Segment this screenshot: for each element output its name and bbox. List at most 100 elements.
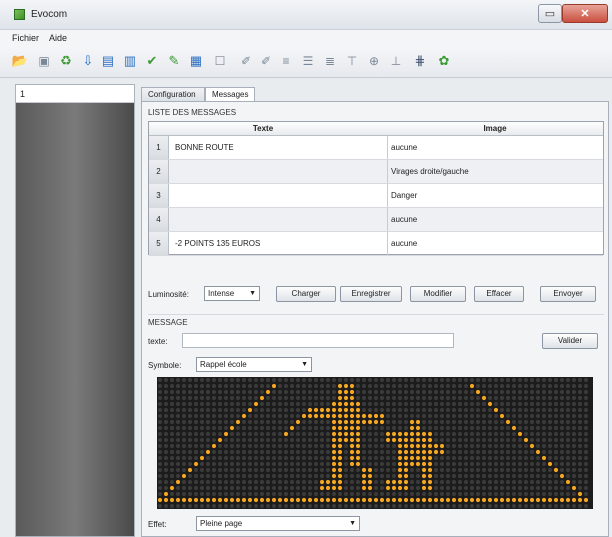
table-row[interactable]: 5 -2 POINTS 135 EUROS aucune xyxy=(149,232,603,256)
led-off xyxy=(229,449,235,455)
brightness-select[interactable]: Intense ▼ xyxy=(204,286,260,301)
modify-button[interactable]: Modifier xyxy=(410,286,466,302)
column-header-image[interactable]: Image xyxy=(387,124,603,133)
led-off xyxy=(211,377,217,383)
edit-page-icon[interactable]: ✐ xyxy=(238,53,254,69)
message-text-input[interactable] xyxy=(182,333,454,348)
led-off xyxy=(493,449,499,455)
clear-button[interactable]: Effacer xyxy=(474,286,524,302)
led-off xyxy=(571,401,577,407)
menu-aide[interactable]: Aide xyxy=(49,33,67,43)
page-icon[interactable]: ▣ xyxy=(36,53,52,69)
download-icon[interactable]: ⇩ xyxy=(80,53,96,69)
led-off xyxy=(283,425,289,431)
led-off xyxy=(493,479,499,485)
led-off xyxy=(457,377,463,383)
align-top-icon[interactable]: ⊤ xyxy=(344,53,360,69)
table-row[interactable]: 3 Danger xyxy=(149,184,603,208)
led-off xyxy=(499,431,505,437)
image-icon[interactable]: ▦ xyxy=(188,53,204,69)
led-off xyxy=(385,425,391,431)
led-off xyxy=(193,407,199,413)
led-off xyxy=(529,419,535,425)
refresh-icon[interactable]: ♻ xyxy=(58,53,74,69)
row-image[interactable]: Virages droite/gauche xyxy=(387,160,603,183)
led-off xyxy=(241,383,247,389)
blank-page-icon[interactable]: ☐ xyxy=(212,53,228,69)
led-off xyxy=(493,401,499,407)
column-header-text[interactable]: Texte xyxy=(149,124,377,133)
led-on xyxy=(427,449,433,455)
check-icon[interactable]: ✔ xyxy=(144,53,160,69)
row-image[interactable]: aucune xyxy=(387,208,603,231)
led-off xyxy=(475,377,481,383)
led-off xyxy=(193,455,199,461)
led-on xyxy=(397,431,403,437)
led-on xyxy=(331,485,337,491)
tab-configuration[interactable]: Configuration xyxy=(141,87,205,101)
led-off xyxy=(565,383,571,389)
led-off xyxy=(469,413,475,419)
effect-select[interactable]: Pleine page ▼ xyxy=(196,516,360,531)
symbol-select[interactable]: Rappel école ▼ xyxy=(196,357,312,372)
led-on xyxy=(349,431,355,437)
led-off xyxy=(451,419,457,425)
align-center-icon[interactable]: ☰ xyxy=(300,53,316,69)
led-off xyxy=(403,491,409,497)
row-image[interactable]: aucune xyxy=(387,136,603,159)
validate-button[interactable]: Valider xyxy=(542,333,598,349)
row-text[interactable]: -2 POINTS 135 EUROS xyxy=(175,239,375,248)
book-icon[interactable]: ▥ xyxy=(122,53,138,69)
led-off xyxy=(445,401,451,407)
tab-messages[interactable]: Messages xyxy=(205,87,255,102)
led-off xyxy=(217,377,223,383)
close-button[interactable]: ✕ xyxy=(562,4,608,23)
led-on xyxy=(331,479,337,485)
led-off xyxy=(379,455,385,461)
grid-icon[interactable]: ⋕ xyxy=(412,53,428,69)
led-off xyxy=(451,461,457,467)
row-image[interactable]: aucune xyxy=(387,232,603,255)
menu-fichier[interactable]: Fichier xyxy=(12,33,39,43)
led-off xyxy=(415,389,421,395)
led-off xyxy=(577,479,583,485)
save-button[interactable]: Enregistrer xyxy=(340,286,402,302)
table-row[interactable]: 2 Virages droite/gauche xyxy=(149,160,603,184)
align-left-icon[interactable]: ≡ xyxy=(278,53,294,69)
led-off xyxy=(433,455,439,461)
led-off xyxy=(481,503,487,509)
minimize-button[interactable]: ▭ xyxy=(538,4,562,23)
load-button[interactable]: Charger xyxy=(276,286,336,302)
led-off xyxy=(217,455,223,461)
led-off xyxy=(319,449,325,455)
align-right-icon[interactable]: ≣ xyxy=(322,53,338,69)
led-off xyxy=(217,395,223,401)
tools-icon[interactable]: ✎ xyxy=(166,53,182,69)
open-folder-icon[interactable]: 📂 xyxy=(12,53,28,69)
led-off xyxy=(229,389,235,395)
table-row[interactable]: 4 aucune xyxy=(149,208,603,232)
led-off xyxy=(265,395,271,401)
save-icon[interactable]: ▤ xyxy=(100,53,116,69)
row-text[interactable]: BONNE ROUTE xyxy=(175,143,375,152)
led-off xyxy=(199,461,205,467)
led-off xyxy=(307,455,313,461)
align-middle-icon[interactable]: ⊕ xyxy=(366,53,382,69)
led-off xyxy=(247,503,253,509)
paint-icon[interactable]: ✿ xyxy=(436,53,452,69)
edit-page-2-icon[interactable]: ✐ xyxy=(258,53,274,69)
align-bottom-icon[interactable]: ⊥ xyxy=(388,53,404,69)
left-panel-item[interactable]: 1 xyxy=(16,85,134,103)
led-on xyxy=(571,485,577,491)
send-button[interactable]: Envoyer xyxy=(540,286,596,302)
row-image[interactable]: Danger xyxy=(387,184,603,207)
led-on xyxy=(403,455,409,461)
led-off xyxy=(583,461,589,467)
led-off xyxy=(535,401,541,407)
led-on xyxy=(367,419,373,425)
led-off xyxy=(349,377,355,383)
led-off xyxy=(505,455,511,461)
table-row[interactable]: 1 BONNE ROUTE aucune xyxy=(149,136,603,160)
led-on xyxy=(343,419,349,425)
led-off xyxy=(583,389,589,395)
